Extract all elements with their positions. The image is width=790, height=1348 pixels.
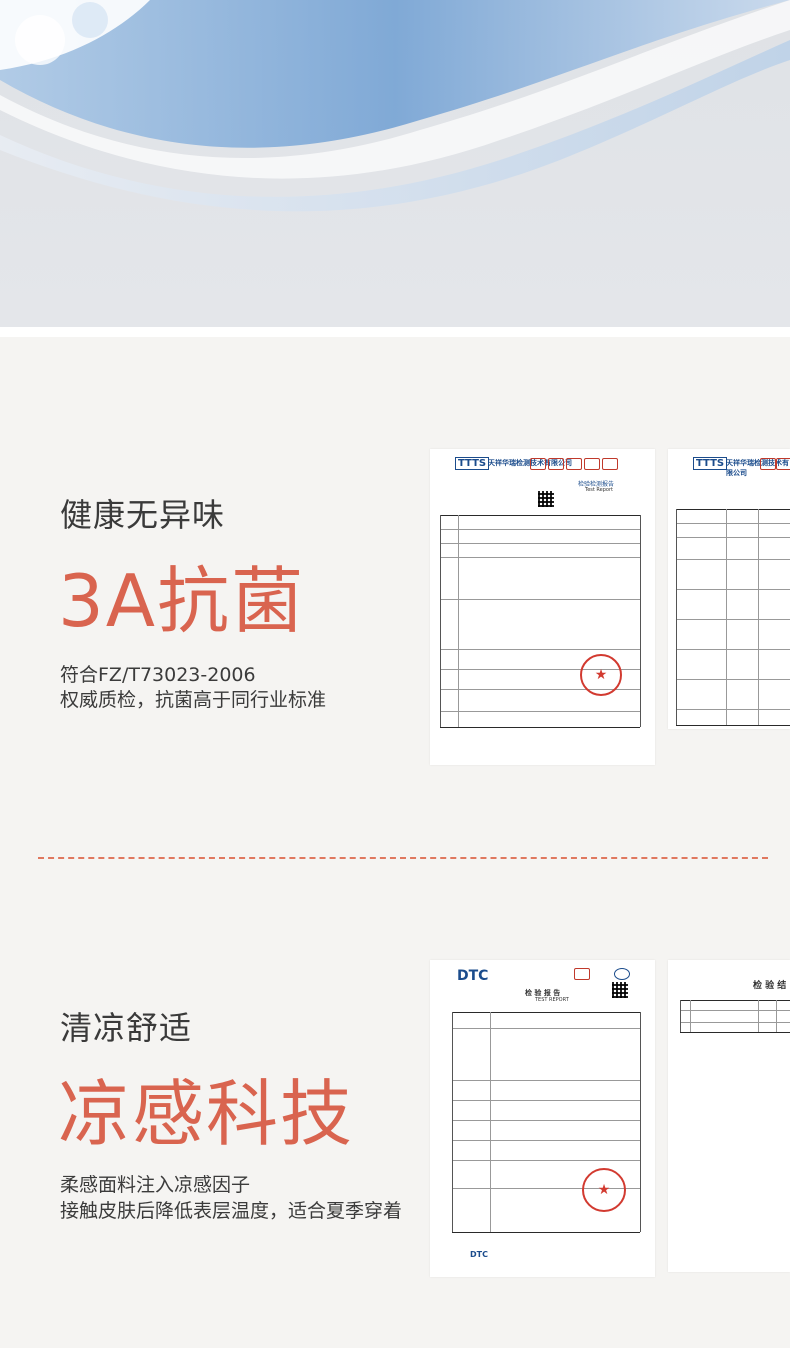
section-divider [0,327,790,337]
hero-image [0,0,790,327]
report-title: 检 验 结 [753,981,787,991]
antibacterial-subtitle: 健康无异味 [60,496,226,534]
table-line [440,515,640,516]
antibacterial-section: 健康无异味 3A抗菌 符合FZ/T73023-2006 权威质检，抗菌高于同行业… [0,337,790,857]
dtc-logo: DTC [457,968,489,984]
red-seal-stamp: ★ [582,1168,626,1212]
cert-badge-icon [760,458,776,470]
test-report-image-4: 检 验 结 [668,960,790,1272]
qr-code-icon [538,491,554,507]
dtc-footer-logo: DTC [470,1250,488,1259]
red-seal-stamp: ★ [580,654,622,696]
antibacterial-desc-line2: 权威质检，抗菌高于同行业标准 [60,689,327,711]
ttts-logo: TTTS [693,457,728,470]
antibacterial-headline: 3A抗菌 [58,559,306,643]
test-report-image-1: TTTS 天祥华瑞检测技术有限公司 检验检测报告 Test Report ★ [430,449,655,765]
cert-badge-icon [584,458,600,470]
report-subtitle: TEST REPORT [535,997,569,1003]
cnas-badge-icon [614,968,630,980]
cert-badge-icon [574,968,590,980]
ice-wave-graphic [0,0,790,212]
qr-code-icon [612,982,628,998]
cert-badge-icon [602,458,618,470]
cooling-subtitle: 清凉舒适 [60,1009,193,1047]
test-report-image-3: DTC 检 验 报 告 TEST REPORT ★ DTC [430,960,655,1277]
cert-badge-icon [548,458,564,470]
cooling-desc-line1: 柔感面料注入凉感因子 [60,1174,251,1196]
report-subtitle: Test Report [585,487,614,493]
ttts-logo: TTTS [455,457,490,470]
cooling-desc-line2: 接触皮肤后降低表层温度，适合夏季穿着 [60,1200,403,1222]
cooling-section: 清凉舒适 凉感科技 柔感面料注入凉感因子 接触皮肤后降低表层温度，适合夏季穿着 … [0,870,790,1348]
antibacterial-desc-line1: 符合FZ/T73023-2006 [60,664,256,686]
cert-badge-icon [530,458,546,470]
dashed-separator [38,857,768,859]
cooling-headline: 凉感科技 [58,1072,355,1156]
test-report-image-2: TTTS 天祥华瑞检测技术有限公司 [668,449,790,729]
cert-badge-icon [776,458,790,470]
cert-badge-icon [566,458,582,470]
